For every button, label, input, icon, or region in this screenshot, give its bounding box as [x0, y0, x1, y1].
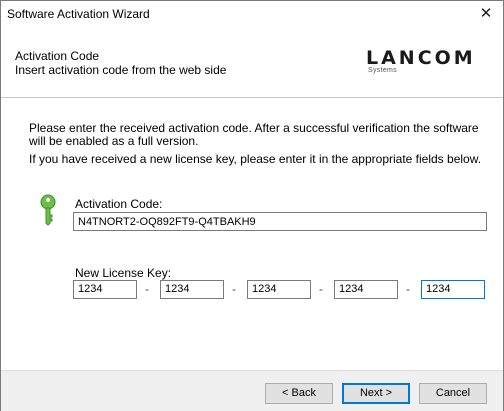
license-key-field-2[interactable]: 1234 — [160, 280, 224, 299]
license-key-field-1[interactable]: 1234 — [73, 280, 137, 299]
key-icon — [40, 194, 56, 226]
cancel-button[interactable]: Cancel — [419, 383, 487, 404]
instruction-license: If you have received a new license key, … — [29, 152, 482, 166]
license-key-field-4[interactable]: 1234 — [334, 280, 398, 299]
instruction-activation: Please enter the received activation cod… — [29, 121, 479, 148]
back-button[interactable]: < Back — [265, 383, 333, 404]
wizard-content: Please enter the received activation cod… — [1, 98, 503, 370]
header-title: Activation Code — [15, 49, 100, 63]
next-button[interactable]: Next > — [342, 383, 410, 404]
button-bar: < Back Next > Cancel — [1, 370, 503, 411]
license-key-separator: - — [145, 282, 149, 296]
license-key-separator: - — [232, 282, 236, 296]
activation-code-field[interactable]: N4TNORT2-OQ892FT9-Q4TBAKH9 — [73, 212, 487, 231]
close-button[interactable]: ✕ — [469, 1, 503, 27]
lancom-logo: LANCOM Systems — [366, 47, 486, 74]
header-subtitle: Insert activation code from the web side — [15, 63, 227, 77]
logo-text: LANCOM — [366, 47, 476, 69]
license-key-separator: - — [406, 282, 410, 296]
license-key-field-3[interactable]: 1234 — [247, 280, 311, 299]
new-license-key-label: New License Key: — [75, 266, 172, 280]
wizard-window: Software Activation Wizard ✕ Activation … — [0, 0, 504, 411]
activation-code-label: Activation Code: — [75, 197, 163, 211]
wizard-header: Activation Code Insert activation code f… — [1, 27, 503, 98]
license-key-separator: - — [319, 282, 323, 296]
license-key-field-5[interactable]: 1234 — [421, 280, 485, 299]
title-bar[interactable]: Software Activation Wizard ✕ — [1, 1, 503, 27]
window-title: Software Activation Wizard — [7, 7, 150, 21]
